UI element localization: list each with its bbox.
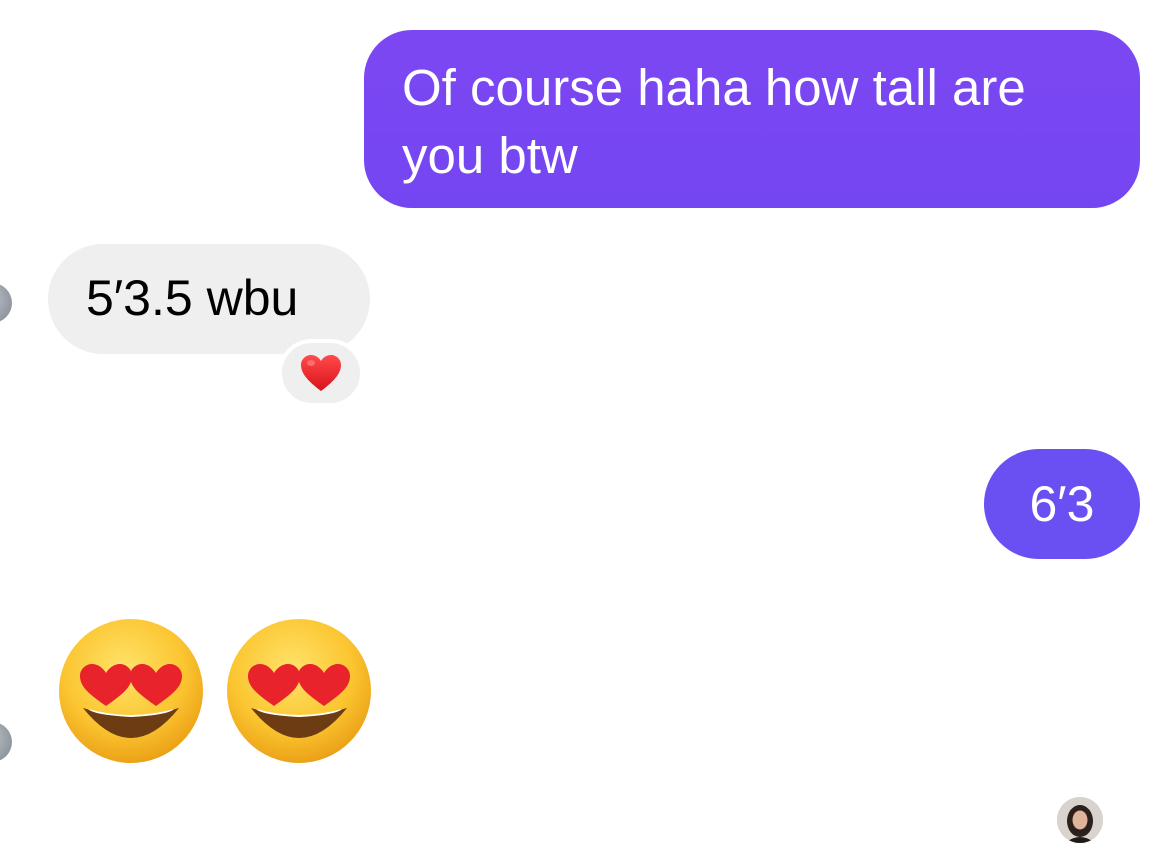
outgoing-message-text: Of course haha how tall are you btw: [402, 59, 1026, 184]
message-thread: Of course haha how tall are you btw 5′3.…: [0, 0, 1164, 859]
contact-avatar[interactable]: [0, 283, 12, 323]
heart-eyes-emoji-icon[interactable]: [58, 618, 204, 764]
contact-avatar[interactable]: [0, 722, 12, 762]
avatar-icon: [1057, 797, 1103, 843]
outgoing-message-text: 6′3: [1029, 476, 1095, 532]
heart-reaction[interactable]: [278, 339, 364, 407]
outgoing-message-bubble[interactable]: Of course haha how tall are you btw: [364, 30, 1140, 208]
heart-icon: [301, 355, 341, 391]
heart-eyes-emoji-icon[interactable]: [226, 618, 372, 764]
outgoing-message-bubble[interactable]: 6′3: [984, 449, 1140, 559]
incoming-message-text: 5′3.5 wbu: [86, 270, 299, 326]
read-receipt-avatar: [1057, 797, 1103, 843]
incoming-message-bubble[interactable]: 5′3.5 wbu: [48, 244, 370, 354]
